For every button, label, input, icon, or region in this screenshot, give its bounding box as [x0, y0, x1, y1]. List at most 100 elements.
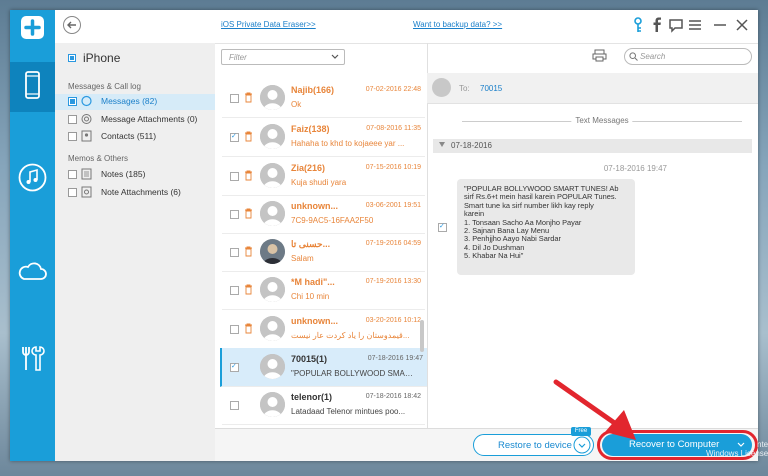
- trash-icon: [245, 170, 252, 181]
- category-message-attachments[interactable]: Message Attachments (0): [55, 112, 215, 128]
- back-button[interactable]: [63, 16, 81, 34]
- message-date: 03-06-2001 19:51: [365, 202, 421, 209]
- checkbox[interactable]: [68, 188, 77, 197]
- row-checkbox[interactable]: [230, 210, 239, 219]
- message-date: 07-08-2016 11:35: [366, 125, 421, 132]
- contact-name: حسنی تا...: [291, 239, 331, 249]
- row-checkbox[interactable]: [230, 325, 239, 334]
- row-checkbox[interactable]: [230, 172, 239, 181]
- conversation-row[interactable]: Najib(166) 07-02-2016 22:48 Ok: [222, 79, 425, 118]
- avatar: [260, 354, 285, 379]
- list-scrollbar[interactable]: [420, 320, 424, 352]
- avatar: [260, 124, 285, 149]
- row-checkbox[interactable]: [230, 286, 239, 295]
- message-preview: "POPULAR BOLLYWOOD SMAR...: [291, 369, 417, 378]
- feedback-icon[interactable]: [667, 16, 685, 34]
- category-notes[interactable]: Notes (185): [55, 167, 215, 183]
- chevron-down-icon: [331, 54, 339, 59]
- avatar: [432, 78, 451, 97]
- contact-name: Faiz(138): [291, 124, 330, 134]
- message-preview: 7C9-9AC5-16FAA2F50: [291, 216, 374, 225]
- avatar: [260, 163, 285, 188]
- message-preview: قیمدوستان را یاد کردت عار نیست...: [291, 331, 410, 340]
- category-panel: iPhone Messages & Call log Messages (82)…: [55, 43, 215, 461]
- category-note-attachments[interactable]: Note Attachments (6): [55, 185, 215, 201]
- category-label: Notes (185): [101, 169, 146, 179]
- message-bubble: "POPULAR BOLLYWOOD SMART TUNES! Ab sirf R…: [457, 179, 635, 275]
- search-box[interactable]: Search: [624, 48, 752, 65]
- section-title: Text Messages: [571, 116, 633, 125]
- message-detail-panel: Search To: 70015 Text Messages 07-18-201…: [427, 43, 758, 428]
- recipient-number: 70015: [480, 84, 503, 93]
- message-date: 03-20-2016 10:12: [365, 317, 421, 324]
- category-contacts[interactable]: Contacts (511): [55, 129, 215, 145]
- checkbox[interactable]: [68, 132, 77, 141]
- category-messages[interactable]: Messages (82): [55, 94, 215, 110]
- row-checkbox[interactable]: ✓: [230, 133, 239, 142]
- message-checkbox[interactable]: ✓: [438, 223, 447, 232]
- category-label: Note Attachments (6): [101, 187, 181, 197]
- facebook-icon[interactable]: [648, 16, 666, 34]
- conversation-row[interactable]: unknown... 03-06-2001 19:51 7C9-9AC5-16FAA…: [222, 195, 425, 234]
- device-checkbox[interactable]: [68, 54, 76, 62]
- avatar: [260, 316, 285, 341]
- row-checkbox[interactable]: [230, 94, 239, 103]
- conversation-row[interactable]: ✓ Faiz(138) 07-08-2016 11:35 Hahaha to khd …: [222, 118, 425, 157]
- trash-icon: [245, 131, 252, 142]
- conversation-list-panel: Filter Najib(166) 07-02-2016 22:48 Ok ✓ Faiz…: [215, 43, 428, 428]
- checkbox[interactable]: [68, 115, 77, 124]
- trash-icon: [245, 284, 252, 295]
- top-bar: iOS Private Data Eraser>> Want to backup…: [55, 10, 758, 44]
- message-date: 07-18-2016 18:42: [365, 393, 421, 400]
- filter-dropdown[interactable]: Filter: [221, 49, 345, 65]
- cloud-icon[interactable]: [17, 256, 48, 287]
- private-eraser-link[interactable]: iOS Private Data Eraser>>: [221, 20, 316, 29]
- minimize-icon[interactable]: [711, 16, 729, 34]
- avatar: [260, 392, 285, 417]
- checkbox[interactable]: [68, 97, 77, 106]
- avatar: [260, 239, 285, 264]
- message-date: 07-18-2016 19:47: [367, 355, 423, 362]
- message-line: 5. Khabar Na Hui": [464, 251, 524, 261]
- phone-icon[interactable]: [17, 70, 48, 101]
- category-label: Contacts (511): [101, 131, 157, 141]
- app-logo-icon: [21, 16, 44, 39]
- conversation-row[interactable]: ✓ 70015(1) 07-18-2016 19:47 "POPULAR BOLLYW…: [220, 348, 427, 387]
- conversation-row[interactable]: حسنی تا... 07-19-2016 04:59 Salam: [222, 233, 425, 272]
- checkbox[interactable]: [68, 170, 77, 179]
- trash-icon: [245, 208, 252, 219]
- message-timestamp: 07-18-2016 19:47: [603, 164, 667, 173]
- app-window: iOS Private Data Eraser>> Want to backup…: [10, 10, 758, 461]
- conversation-row[interactable]: Zia(216) 07-15-2016 10:19 Kuja shudi yara: [222, 157, 425, 196]
- message-icon: [81, 95, 92, 107]
- avatar: [260, 277, 285, 302]
- conversation-row[interactable]: unknown... 03-20-2016 10:12 قیمدوستان را ی…: [222, 310, 425, 349]
- contact-name: Zia(216): [291, 163, 326, 173]
- category-label: Message Attachments (0): [101, 114, 198, 124]
- bottom-bar: Restore to device Free Recover to Comput…: [215, 427, 758, 461]
- row-checkbox[interactable]: [230, 248, 239, 257]
- print-icon[interactable]: [592, 49, 607, 62]
- windows-license-watermark: Windows License: [706, 449, 768, 458]
- date-group-header[interactable]: 07-18-2016: [433, 139, 752, 153]
- message-preview: Latadaad Telenor mintues poo...: [291, 407, 406, 416]
- menu-icon[interactable]: [686, 16, 704, 34]
- row-checkbox[interactable]: [230, 401, 239, 410]
- conversation-row[interactable]: telenor(1) 07-18-2016 18:42 Latadaad Telen…: [222, 386, 425, 425]
- search-icon: [629, 52, 638, 61]
- close-icon[interactable]: [733, 16, 751, 34]
- search-placeholder: Search: [640, 52, 666, 61]
- category-label: Messages (82): [101, 96, 158, 106]
- music-icon[interactable]: [17, 162, 48, 193]
- avatar: [260, 85, 285, 110]
- left-rail: [10, 10, 55, 461]
- row-checkbox[interactable]: ✓: [230, 363, 239, 372]
- toolkit-icon[interactable]: [17, 343, 48, 374]
- backup-link[interactable]: Want to backup data? >>: [413, 20, 502, 29]
- message-preview: Salam: [291, 254, 314, 263]
- device-name: iPhone: [83, 51, 121, 65]
- key-icon[interactable]: [629, 16, 647, 34]
- conversation-row[interactable]: *M hadi"... 07-19-2016 13:30 Chi 10 min: [222, 271, 425, 310]
- recipient-header: To: 70015: [427, 73, 758, 104]
- contact-name: telenor(1): [291, 392, 333, 402]
